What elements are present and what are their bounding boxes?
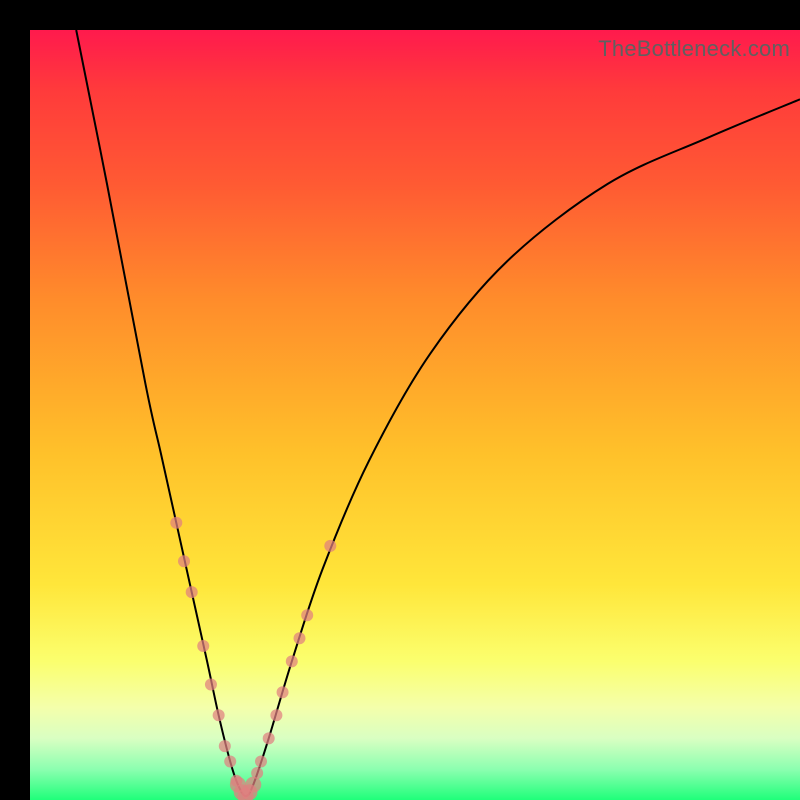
data-marker <box>255 756 267 768</box>
data-marker <box>277 686 289 698</box>
data-marker <box>324 540 336 552</box>
bottleneck-curve-line <box>76 30 800 796</box>
chart-svg <box>30 30 800 800</box>
plot-area: TheBottleneck.com <box>30 30 800 800</box>
data-marker <box>213 709 225 721</box>
data-marker <box>205 679 217 691</box>
data-markers <box>170 517 336 800</box>
chart-outer-frame: TheBottleneck.com <box>0 0 800 800</box>
data-marker <box>251 767 263 779</box>
data-marker <box>286 655 298 667</box>
data-marker <box>219 740 231 752</box>
data-marker <box>224 756 236 768</box>
data-marker <box>170 517 182 529</box>
data-marker <box>245 777 261 793</box>
data-marker <box>270 709 282 721</box>
data-marker <box>294 632 306 644</box>
data-marker <box>197 640 209 652</box>
data-marker <box>186 586 198 598</box>
watermark-text: TheBottleneck.com <box>598 36 790 62</box>
data-marker <box>178 555 190 567</box>
data-marker <box>301 609 313 621</box>
data-marker <box>263 732 275 744</box>
